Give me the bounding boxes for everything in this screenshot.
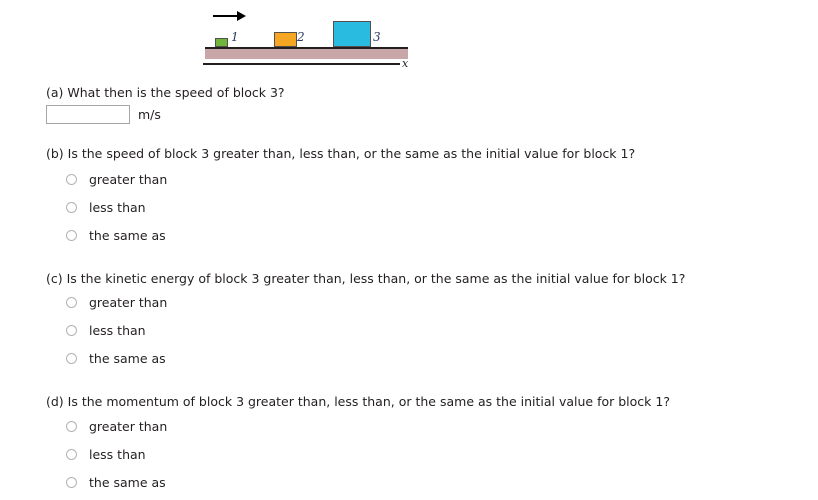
option-c-the-same-as[interactable]: the same as (66, 344, 167, 372)
option-label: greater than (89, 294, 168, 310)
radio-icon[interactable] (66, 201, 77, 213)
option-d-the-same-as[interactable]: the same as (66, 468, 167, 496)
option-c-greater-than[interactable]: greater than (66, 288, 167, 316)
block-3-label: 3 (373, 30, 381, 44)
option-label: greater than (89, 418, 168, 434)
radio-icon[interactable] (66, 420, 77, 432)
question-b-prompt: (b) Is the speed of block 3 greater than… (46, 146, 636, 161)
question-a-prompt: (a) What then is the speed of block 3? (46, 85, 285, 100)
radio-icon[interactable] (66, 476, 77, 488)
option-label: less than (89, 446, 146, 462)
question-a-answer-row: m/s (46, 105, 161, 124)
option-label: the same as (89, 350, 166, 366)
velocity-arrow-head-icon (237, 11, 246, 21)
question-c-options: greater than less than the same as (66, 288, 167, 372)
speed-units-label: m/s (138, 107, 161, 122)
physics-diagram: 1 2 3 x (100, 0, 408, 78)
option-label: the same as (89, 227, 166, 243)
option-d-less-than[interactable]: less than (66, 440, 167, 468)
block-2-label: 2 (297, 30, 305, 44)
question-d-options: greater than less than the same as (66, 412, 167, 496)
option-b-greater-than[interactable]: greater than (66, 165, 167, 193)
option-b-less-than[interactable]: less than (66, 193, 167, 221)
option-label: the same as (89, 474, 166, 490)
option-label: greater than (89, 171, 168, 187)
radio-icon[interactable] (66, 296, 77, 308)
option-d-greater-than[interactable]: greater than (66, 412, 167, 440)
x-axis-label: x (402, 57, 409, 70)
question-c-prompt: (c) Is the kinetic energy of block 3 gre… (46, 271, 686, 286)
option-c-less-than[interactable]: less than (66, 316, 167, 344)
velocity-arrow-line (213, 15, 239, 17)
question-b-options: greater than less than the same as (66, 165, 167, 249)
radio-icon[interactable] (66, 173, 77, 185)
block-1-shape (215, 38, 228, 47)
ground-surface-body (205, 49, 408, 59)
option-label: less than (89, 199, 146, 215)
block-2-shape (274, 32, 297, 47)
speed-answer-input[interactable] (46, 105, 130, 124)
radio-icon[interactable] (66, 448, 77, 460)
question-d-prompt: (d) Is the momentum of block 3 greater t… (46, 394, 670, 409)
radio-icon[interactable] (66, 229, 77, 241)
block-3-shape (333, 21, 371, 47)
radio-icon[interactable] (66, 324, 77, 336)
x-axis-line (203, 63, 400, 65)
option-label: less than (89, 322, 146, 338)
radio-icon[interactable] (66, 352, 77, 364)
option-b-the-same-as[interactable]: the same as (66, 221, 167, 249)
block-1-label: 1 (231, 30, 239, 44)
